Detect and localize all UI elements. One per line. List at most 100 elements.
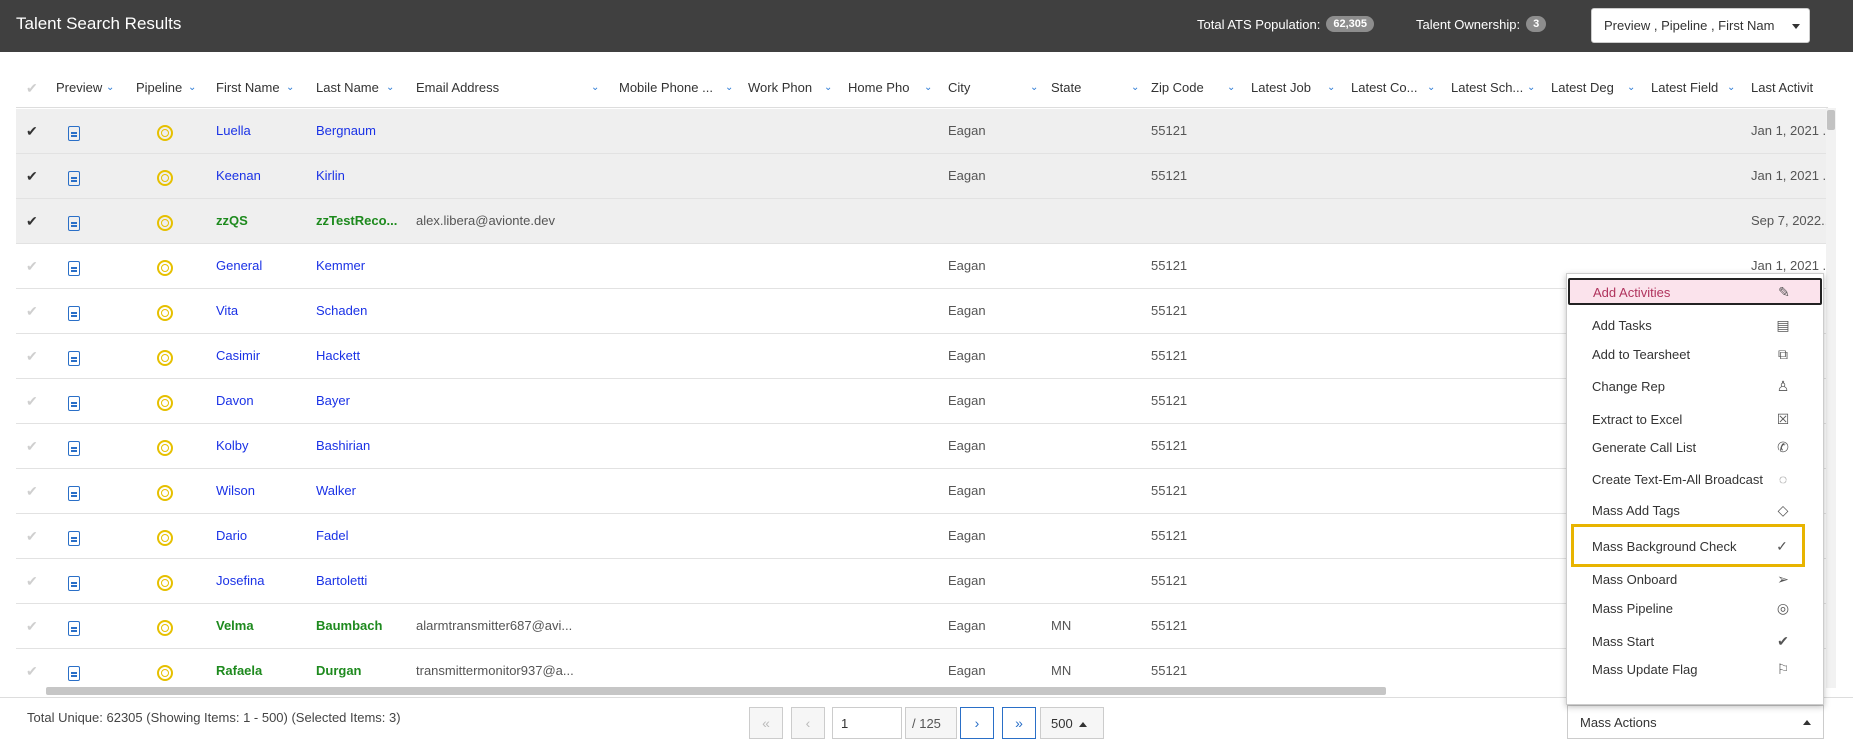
filter-icon[interactable]: ⌄: [591, 82, 599, 93]
pipeline-target-icon[interactable]: [157, 575, 173, 591]
scrollbar-thumb[interactable]: [1827, 110, 1835, 130]
row-checkbox[interactable]: ✔: [26, 604, 46, 649]
page-number-input[interactable]: 1: [832, 707, 902, 739]
table-row[interactable]: ✔ Dario Fadel Eagan 55121: [16, 514, 1828, 559]
menu-item-extract-to-excel[interactable]: Extract to Excel ☒: [1567, 405, 1823, 433]
pipeline-target-icon[interactable]: [157, 485, 173, 501]
menu-item-mass-onboard[interactable]: Mass Onboard ➢: [1567, 565, 1823, 593]
preview-cell[interactable]: [68, 109, 98, 154]
menu-item-mass-start[interactable]: Mass Start ✔: [1567, 627, 1823, 655]
table-row[interactable]: ✔ Velma Baumbach alarmtransmitter687@avi...…: [16, 604, 1828, 649]
last-name-link[interactable]: Fadel: [316, 514, 411, 559]
next-page-button[interactable]: ›: [960, 707, 994, 739]
horizontal-scrollbar[interactable]: [46, 687, 1386, 695]
pipeline-target-icon[interactable]: [157, 440, 173, 456]
column-header-email[interactable]: Email Address ⌄: [416, 68, 606, 108]
column-header-latest-field[interactable]: Latest Field ⌄: [1651, 68, 1739, 108]
preview-cell[interactable]: [68, 289, 98, 334]
column-preview-dropdown[interactable]: Preview , Pipeline , First Nam: [1591, 8, 1810, 43]
table-row[interactable]: ✔ Keenan Kirlin Eagan 55121 Jan 1, 2021 ...: [16, 154, 1828, 199]
preview-cell[interactable]: [68, 334, 98, 379]
last-name-link[interactable]: Bashirian: [316, 424, 411, 469]
table-row[interactable]: ✔ Luella Bergnaum Eagan 55121 Jan 1, 2021 ...: [16, 109, 1828, 154]
pipeline-target-icon[interactable]: [157, 395, 173, 411]
preview-cell[interactable]: [68, 424, 98, 469]
column-header-latest-school[interactable]: Latest Sch... ⌄: [1451, 68, 1539, 108]
preview-cell[interactable]: [68, 649, 98, 690]
menu-item-mass-add-tags[interactable]: Mass Add Tags ◇: [1567, 496, 1823, 524]
menu-item-create-text-em-all-broadcast[interactable]: Create Text-Em-All Broadcast ◌: [1567, 465, 1823, 493]
first-name-link[interactable]: Wilson: [216, 469, 311, 514]
column-header-mobile[interactable]: Mobile Phone ... ⌄: [619, 68, 737, 108]
document-icon[interactable]: [68, 666, 80, 681]
column-header-pipeline[interactable]: Pipeline ⌄: [136, 68, 198, 108]
document-icon[interactable]: [68, 621, 80, 636]
filter-icon[interactable]: ⌄: [1227, 82, 1235, 93]
pipeline-cell[interactable]: [157, 604, 187, 649]
vertical-scrollbar[interactable]: [1826, 108, 1836, 688]
pipeline-target-icon[interactable]: [157, 305, 173, 321]
column-header-home-phone[interactable]: Home Pho ⌄: [848, 68, 936, 108]
row-checkbox[interactable]: ✔: [26, 559, 46, 604]
row-checkbox[interactable]: ✔: [26, 154, 46, 199]
pipeline-target-icon[interactable]: [157, 665, 173, 681]
document-icon[interactable]: [68, 396, 80, 411]
first-name-link[interactable]: Josefina: [216, 559, 311, 604]
pipeline-cell[interactable]: [157, 649, 187, 690]
filter-icon[interactable]: ⌄: [1327, 82, 1335, 93]
table-row[interactable]: ✔ General Kemmer Eagan 55121 Jan 1, 2021 ...: [16, 244, 1828, 289]
preview-cell[interactable]: [68, 559, 98, 604]
document-icon[interactable]: [68, 486, 80, 501]
document-icon[interactable]: [68, 531, 80, 546]
first-page-button[interactable]: «: [749, 707, 783, 739]
filter-icon[interactable]: ⌄: [1627, 82, 1635, 93]
first-name-link[interactable]: Davon: [216, 379, 311, 424]
row-checkbox[interactable]: ✔: [26, 379, 46, 424]
pipeline-target-icon[interactable]: [157, 350, 173, 366]
table-row[interactable]: ✔ Davon Bayer Eagan 55121: [16, 379, 1828, 424]
mass-actions-dropdown[interactable]: Mass Actions: [1567, 705, 1824, 739]
table-row[interactable]: ✔ Wilson Walker Eagan 55121: [16, 469, 1828, 514]
filter-icon[interactable]: ⌄: [188, 82, 196, 93]
menu-item-mass-pipeline[interactable]: Mass Pipeline ◎: [1567, 594, 1823, 622]
column-header-work-phone[interactable]: Work Phon ⌄: [748, 68, 836, 108]
pipeline-cell[interactable]: [157, 289, 187, 334]
table-row[interactable]: ✔ zzQS zzTestReco... alex.libera@avionte.de…: [16, 199, 1828, 244]
column-header-latest-job[interactable]: Latest Job ⌄: [1251, 68, 1339, 108]
preview-cell[interactable]: [68, 199, 98, 244]
first-name-link[interactable]: Rafaela: [216, 649, 311, 690]
last-page-button[interactable]: »: [1002, 707, 1036, 739]
menu-item-add-to-tearsheet[interactable]: Add to Tearsheet ⧉: [1567, 340, 1823, 368]
first-name-link[interactable]: Velma: [216, 604, 311, 649]
row-checkbox[interactable]: ✔: [26, 514, 46, 559]
pipeline-target-icon[interactable]: [157, 125, 173, 141]
table-row[interactable]: ✔ Vita Schaden Eagan 55121: [16, 289, 1828, 334]
pipeline-cell[interactable]: [157, 559, 187, 604]
first-name-link[interactable]: Vita: [216, 289, 311, 334]
preview-cell[interactable]: [68, 514, 98, 559]
first-name-link[interactable]: Casimir: [216, 334, 311, 379]
column-header-last-activity[interactable]: Last Activit: [1751, 68, 1828, 108]
row-checkbox[interactable]: ✔: [26, 289, 46, 334]
pipeline-cell[interactable]: [157, 334, 187, 379]
last-name-link[interactable]: Kirlin: [316, 154, 411, 199]
menu-item-add-tasks[interactable]: Add Tasks ▤: [1567, 311, 1823, 339]
column-header-first-name[interactable]: First Name ⌄: [216, 68, 298, 108]
first-name-link[interactable]: General: [216, 244, 311, 289]
pipeline-cell[interactable]: [157, 469, 187, 514]
first-name-link[interactable]: zzQS: [216, 199, 311, 244]
document-icon[interactable]: [68, 351, 80, 366]
pipeline-target-icon[interactable]: [157, 530, 173, 546]
last-name-link[interactable]: Bayer: [316, 379, 411, 424]
table-row[interactable]: ✔ Josefina Bartoletti Eagan 55121: [16, 559, 1828, 604]
last-name-link[interactable]: Schaden: [316, 289, 411, 334]
filter-icon[interactable]: ⌄: [1527, 82, 1535, 93]
prev-page-button[interactable]: ‹: [791, 707, 825, 739]
pipeline-cell[interactable]: [157, 109, 187, 154]
document-icon[interactable]: [68, 171, 80, 186]
document-icon[interactable]: [68, 216, 80, 231]
filter-icon[interactable]: ⌄: [1030, 82, 1038, 93]
pipeline-cell[interactable]: [157, 514, 187, 559]
page-size-select[interactable]: 500: [1040, 707, 1104, 739]
pipeline-cell[interactable]: [157, 154, 187, 199]
